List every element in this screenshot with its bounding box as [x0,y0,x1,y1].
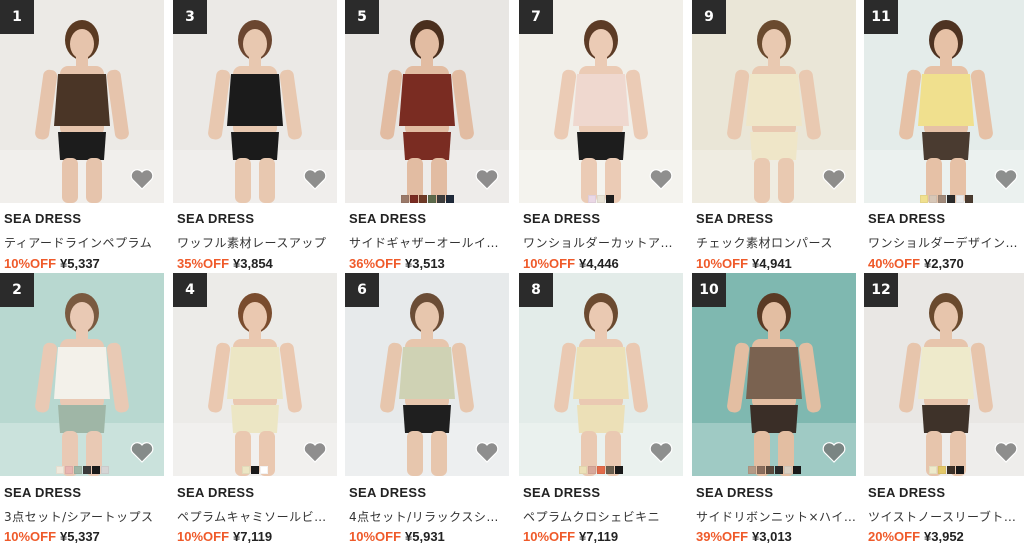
favorite-heart-icon[interactable] [130,441,154,463]
favorite-heart-icon[interactable] [475,441,499,463]
color-swatches [864,466,1024,474]
product-title[interactable]: ツイストノースリーブトップス [868,508,1024,525]
product-card[interactable]: 10 SEA DRESS サイドリボンニット×ハイウエスト 39%OFF¥3,013 [692,0,856,545]
rank-badge: 4 [173,273,207,307]
favorite-heart-icon[interactable] [994,441,1018,463]
product-price: 39%OFF ¥3,013 [696,529,792,544]
color-swatch [579,466,587,474]
favorite-heart-icon[interactable] [649,441,673,463]
product-brand: SEA DRESS [868,485,946,500]
rank-badge: 6 [345,273,379,307]
rank-badge: 8 [519,273,553,307]
product-title[interactable]: 4点セット/リラックスシアー [349,508,509,525]
favorite-heart-icon[interactable] [822,441,846,463]
discount-label: 10%OFF [349,529,402,544]
product-price: 10%OFF ¥7,119 [177,529,272,544]
color-swatch [615,466,623,474]
rank-badge: 10 [692,273,726,307]
price-value: ¥7,119 [233,529,273,544]
color-swatch [100,466,109,474]
product-card[interactable]: 4 SEA DRESS ペプラムキャミソールビキニ 10%OFF ¥7,119 [173,0,337,545]
color-swatches [519,466,683,474]
product-title[interactable]: サイドリボンニット×ハイウエスト [696,508,856,525]
color-swatch [792,466,801,474]
color-swatch [765,466,774,474]
color-swatch [774,466,783,474]
rank-badge: 2 [0,273,34,307]
product-price: 10%OFF ¥7,119 [523,529,618,544]
price-value: ¥3,952 [924,529,964,544]
color-swatches [0,466,164,474]
color-swatch [91,466,100,474]
color-swatch [783,466,792,474]
discount-label: 39%OFF [696,529,749,544]
price-value: ¥3,013 [752,529,792,544]
color-swatch [82,466,91,474]
product-brand: SEA DRESS [4,485,82,500]
product-title[interactable]: ペプラムクロシェビキニ [523,508,683,525]
color-swatch [928,466,937,474]
color-swatch [937,466,946,474]
price-value: ¥5,931 [405,529,445,544]
discount-label: 10%OFF [4,529,57,544]
color-swatch [606,466,614,474]
color-swatch [55,466,64,474]
favorite-heart-icon[interactable] [303,441,327,463]
product-ranking-grid: 1 SEA DRESS ティアードラインペプラム 10%OFF ¥5,337 3 SEA … [0,0,1024,545]
price-value: ¥5,337 [60,529,100,544]
product-title[interactable]: 3点セット/シアートップス [4,508,164,525]
product-brand: SEA DRESS [349,485,427,500]
product-price: 20%OFF ¥3,952 [868,529,964,544]
color-swatch [242,466,250,474]
color-swatch [588,466,596,474]
color-swatch [597,466,605,474]
price-value: ¥7,119 [579,529,619,544]
color-swatches [692,466,856,474]
color-swatch [756,466,765,474]
color-swatch [955,466,964,474]
discount-label: 10%OFF [177,529,230,544]
product-brand: SEA DRESS [696,485,774,500]
product-brand: SEA DRESS [523,485,601,500]
color-swatch [260,466,268,474]
color-swatch [251,466,259,474]
product-price: 10%OFF ¥5,337 [4,529,100,544]
product-card[interactable]: 2 SEA DRESS 3点セット/シアートップス 10%OFF ¥5,337 [0,0,164,545]
product-title[interactable]: ペプラムキャミソールビキニ [177,508,337,525]
discount-label: 10%OFF [523,529,576,544]
color-swatch [946,466,955,474]
discount-label: 20%OFF [868,529,921,544]
product-price: 10%OFF ¥5,931 [349,529,445,544]
color-swatch [73,466,82,474]
product-card[interactable]: 8 SEA DRESS ペプラムクロシェビキニ 10%OFF ¥7,119 [519,0,683,545]
color-swatch [64,466,73,474]
rank-badge: 12 [864,273,898,307]
product-card[interactable]: 12 SEA DRESS ツイストノースリーブトップス 20%OFF ¥3,952 [864,0,1024,545]
product-brand: SEA DRESS [177,485,255,500]
color-swatches [173,466,337,474]
product-card[interactable]: 6 SEA DRESS 4点セット/リラックスシアー 10%OFF ¥5,931 [345,0,509,545]
color-swatch [747,466,756,474]
